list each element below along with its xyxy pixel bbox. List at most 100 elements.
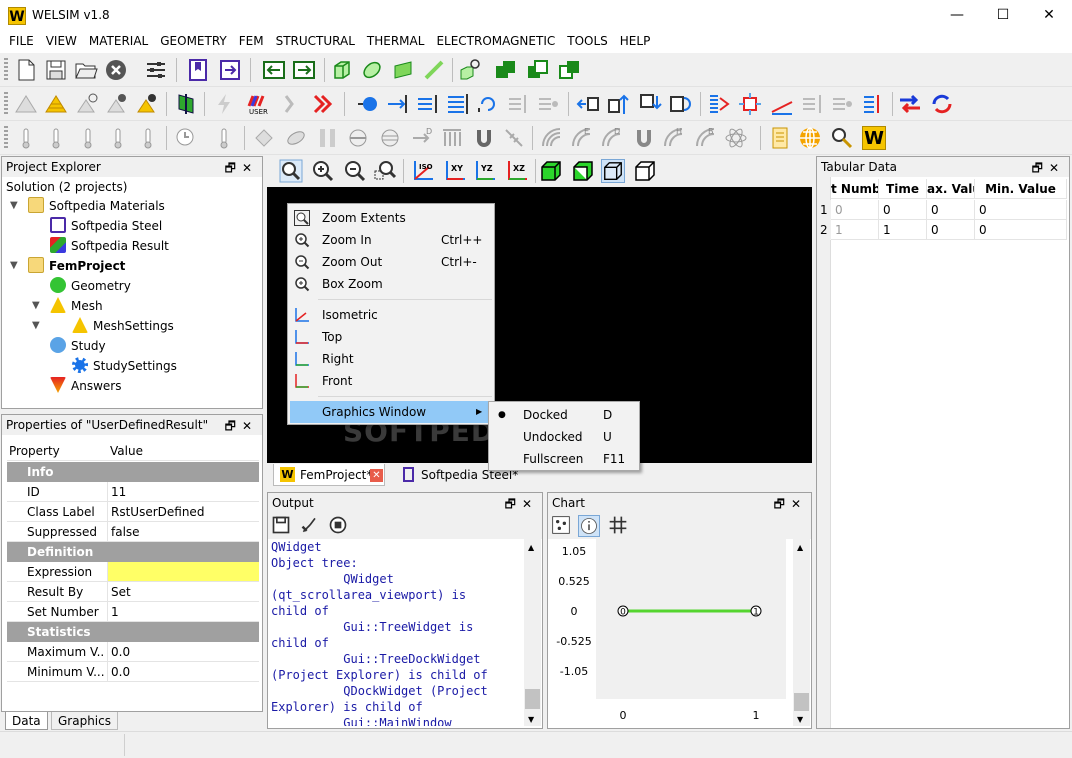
- coil-disabled-icon[interactable]: [284, 126, 308, 150]
- tab-data[interactable]: Data: [5, 712, 48, 730]
- menu-box-zoom[interactable]: Box Zoom: [288, 273, 494, 295]
- tree-answers[interactable]: Answers: [50, 376, 121, 396]
- submenu-docked[interactable]: ● Docked D: [489, 404, 639, 426]
- insulator-disabled-icon[interactable]: [346, 126, 370, 150]
- boolean-union-icon[interactable]: [494, 58, 518, 82]
- property-expression[interactable]: Expression: [7, 562, 259, 582]
- submenu-fullscreen[interactable]: Fullscreen F11: [489, 448, 639, 470]
- export-icon[interactable]: [218, 58, 242, 82]
- shaded-edges-icon[interactable]: [571, 159, 595, 183]
- right-view-icon[interactable]: YZ: [473, 159, 497, 183]
- thermometer-icon[interactable]: [136, 126, 160, 150]
- save-icon[interactable]: [271, 515, 291, 535]
- grid-icon[interactable]: [608, 515, 628, 535]
- group-statistics[interactable]: Statistics: [7, 622, 259, 642]
- sphere-disabled-icon[interactable]: [378, 126, 402, 150]
- tree-material-steel[interactable]: Softpedia Steel: [50, 216, 162, 236]
- trend-icon[interactable]: [770, 92, 794, 116]
- chart-area[interactable]: 1.05 0.525 0 -0.525 -1.05 0 1 0 1: [548, 539, 793, 728]
- row-index[interactable]: 1: [817, 200, 831, 220]
- menu-graphics-window[interactable]: Graphics Window ▶: [290, 401, 492, 423]
- chevron-down-icon[interactable]: ▼: [10, 200, 18, 211]
- table-header[interactable]: ax. Valu: [927, 179, 975, 199]
- tree-study[interactable]: Study: [50, 336, 106, 356]
- wireframe-icon[interactable]: [601, 159, 625, 183]
- thermometer-icon[interactable]: [76, 126, 100, 150]
- table-cell[interactable]: 1: [879, 220, 927, 240]
- tree-geometry[interactable]: Geometry: [50, 276, 131, 296]
- signal-d-disabled-icon[interactable]: D: [600, 126, 624, 150]
- isometric-view-icon[interactable]: ISO: [411, 159, 435, 183]
- chart-scrollbar[interactable]: ▲ ▼: [793, 539, 810, 726]
- thermometer-icon[interactable]: [212, 126, 236, 150]
- property-class-label[interactable]: Class Label RstUserDefined: [7, 502, 259, 522]
- magnet-u-icon[interactable]: [632, 126, 656, 150]
- menu-tools[interactable]: TOOLS: [561, 31, 614, 53]
- table-header[interactable]: Time: [879, 179, 927, 199]
- menu-zoom-in[interactable]: Zoom In Ctrl++: [288, 229, 494, 251]
- mesh-icon[interactable]: [44, 92, 68, 116]
- menu-thermal[interactable]: THERMAL: [361, 31, 431, 53]
- export-geometry-icon[interactable]: [292, 58, 316, 82]
- magnet-disabled-icon[interactable]: [252, 126, 276, 150]
- points-icon[interactable]: [551, 515, 571, 535]
- distributed-load-icon[interactable]: [446, 92, 470, 116]
- menu-zoom-extents[interactable]: Zoom Extents: [288, 207, 494, 229]
- frictionless-support-icon[interactable]: [638, 92, 662, 116]
- toolbar-grip[interactable]: [4, 58, 8, 82]
- chevron-down-icon[interactable]: ▼: [32, 300, 40, 311]
- tree-solution[interactable]: Solution (2 projects): [6, 177, 127, 197]
- rotation-constraint-icon[interactable]: [668, 92, 692, 116]
- result-disabled-icon[interactable]: [280, 92, 304, 116]
- mesh-generate-icon[interactable]: [136, 92, 160, 116]
- table-cell[interactable]: 0: [927, 200, 975, 220]
- property-result-by[interactable]: Result By Set: [7, 582, 259, 602]
- cylinder-icon[interactable]: [360, 58, 384, 82]
- settings-sliders-icon[interactable]: [144, 58, 168, 82]
- group-definition[interactable]: Definition: [7, 542, 259, 562]
- front-view-icon[interactable]: XZ: [505, 159, 529, 183]
- swap-icon[interactable]: [898, 92, 922, 116]
- current-disabled-icon[interactable]: D: [410, 126, 434, 150]
- tree-materials-folder[interactable]: Softpedia Materials: [28, 196, 165, 216]
- menu-top[interactable]: Top: [288, 326, 494, 348]
- selection-icon[interactable]: [738, 92, 762, 116]
- property-id[interactable]: ID 11: [7, 482, 259, 502]
- tree-fem-project[interactable]: FemProject: [28, 256, 125, 276]
- tree-mesh-settings[interactable]: MeshSettings: [72, 316, 174, 336]
- surface-icon[interactable]: [392, 58, 416, 82]
- solve-disabled-icon[interactable]: [212, 92, 236, 116]
- submenu-undocked[interactable]: Undocked U: [489, 426, 639, 448]
- open-folder-icon[interactable]: [74, 58, 98, 82]
- table-header[interactable]: t Numb: [831, 179, 879, 199]
- info-icon[interactable]: [578, 515, 600, 537]
- group-info[interactable]: Info: [7, 462, 259, 482]
- mesh-disabled-icon[interactable]: [14, 92, 38, 116]
- menu-geometry[interactable]: GEOMETRY: [154, 31, 233, 53]
- solid-shaded-icon[interactable]: [539, 159, 563, 183]
- document-icon[interactable]: [768, 126, 792, 150]
- boolean-subtract-icon[interactable]: [526, 58, 550, 82]
- flux-disabled-icon[interactable]: [440, 126, 464, 150]
- table-cell[interactable]: 0: [975, 200, 1067, 220]
- box-zoom-icon[interactable]: [373, 159, 397, 183]
- top-view-icon[interactable]: XY: [443, 159, 467, 183]
- tree-study-settings[interactable]: StudySettings: [72, 356, 177, 376]
- zoom-out-icon[interactable]: [343, 159, 367, 183]
- boolean-intersect-icon[interactable]: [558, 58, 582, 82]
- close-tab-icon[interactable]: ✕: [370, 469, 383, 482]
- chevron-down-icon[interactable]: ▼: [10, 260, 18, 271]
- stop-icon[interactable]: [328, 515, 348, 535]
- stress-disabled-icon[interactable]: [800, 92, 824, 116]
- magnet-icon[interactable]: [472, 126, 496, 150]
- menu-front[interactable]: Front: [288, 370, 494, 392]
- menu-zoom-out[interactable]: Zoom Out Ctrl+-: [288, 251, 494, 273]
- table-cell[interactable]: 1: [831, 220, 879, 240]
- tree-mesh[interactable]: Mesh: [50, 296, 103, 316]
- welsim-logo-icon[interactable]: W: [862, 126, 886, 150]
- minimize-button[interactable]: —: [934, 0, 980, 31]
- thermometer-icon[interactable]: [106, 126, 130, 150]
- stress-probe-icon[interactable]: [862, 92, 886, 116]
- thermometer-icon[interactable]: [14, 126, 38, 150]
- property-set-number[interactable]: Set Number 1: [7, 602, 259, 622]
